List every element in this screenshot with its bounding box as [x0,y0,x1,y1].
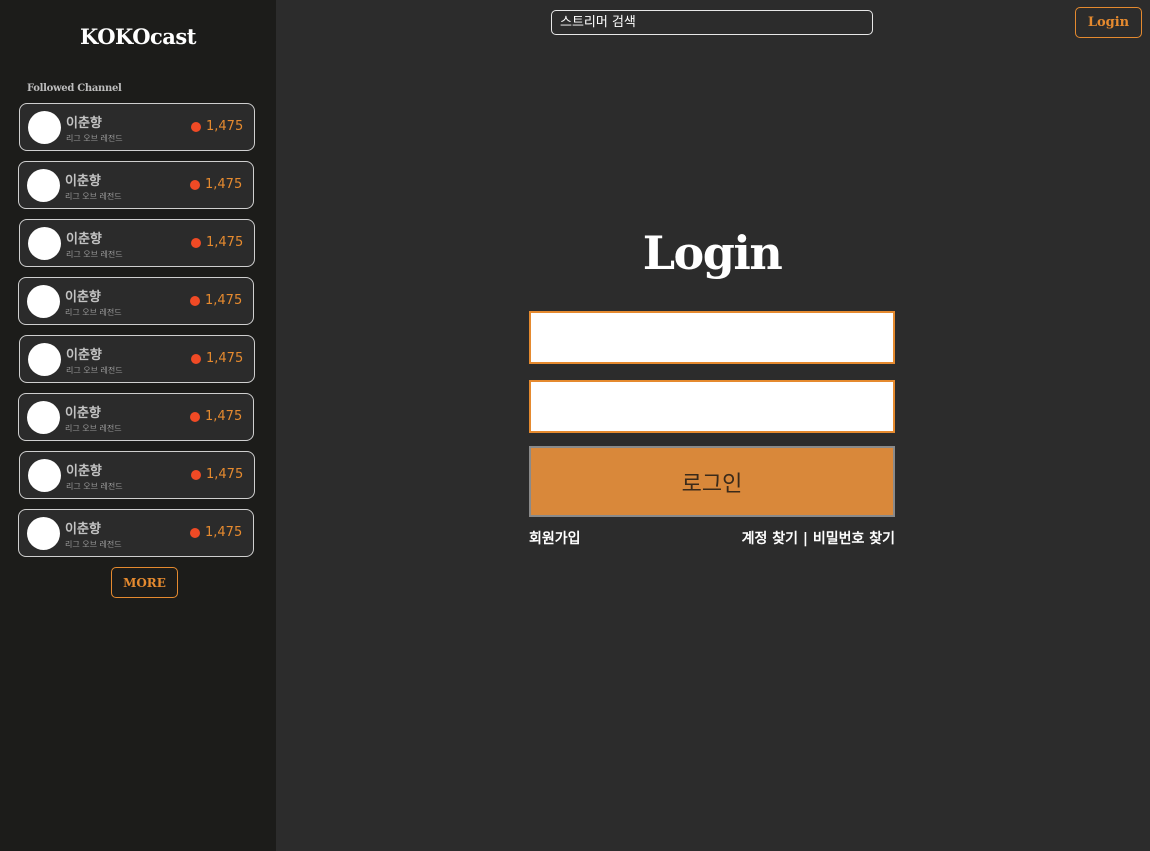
avatar [28,343,61,376]
password-field[interactable] [529,380,895,433]
channel-card[interactable]: 이춘향 리그 오브 레전드 1,475 [18,277,254,325]
find-password-link[interactable]: 비밀번호 찾기 [813,531,895,547]
sidebar: KOKOcast Followed Channel 이춘향 리그 오브 레전드 … [0,0,276,851]
channel-game: 리그 오브 레전드 [65,192,122,201]
channel-card[interactable]: 이춘향 리그 오브 레전드 1,475 [19,451,255,499]
viewer-count: 1,475 [206,235,244,250]
brand-logo[interactable]: KOKOcast [0,24,276,49]
find-links: 계정 찾기 | 비밀번호 찾기 [742,528,895,548]
channel-game: 리그 오브 레전드 [65,540,122,549]
live-indicator-icon [191,238,201,248]
channel-card[interactable]: 이춘향 리그 오브 레전드 1,475 [19,219,255,267]
avatar [27,517,60,550]
avatar [28,111,61,144]
avatar [27,285,60,318]
more-button[interactable]: MORE [111,567,178,598]
channel-name: 이춘향 [65,290,101,305]
signup-link[interactable]: 회원가입 [529,528,581,548]
search-input[interactable] [551,10,873,35]
live-indicator-icon [190,412,200,422]
channel-name: 이춘향 [65,522,101,537]
followed-channel-title: Followed Channel [27,83,122,94]
channel-name: 이춘향 [66,464,102,479]
live-indicator-icon [191,354,201,364]
live-indicator-icon [190,528,200,538]
channel-name: 이춘향 [65,406,101,421]
channel-card[interactable]: 이춘향 리그 오브 레전드 1,475 [19,103,255,151]
channel-game: 리그 오브 레전드 [65,424,122,433]
viewer-count: 1,475 [206,351,244,366]
avatar [28,227,61,260]
channel-name: 이춘향 [66,232,102,247]
channel-card[interactable]: 이춘향 리그 오브 레전드 1,475 [18,161,254,209]
header-login-button[interactable]: Login [1075,7,1142,38]
channel-game: 리그 오브 레전드 [66,134,123,143]
live-indicator-icon [191,470,201,480]
id-field[interactable] [529,311,895,364]
channel-name: 이춘향 [65,174,101,189]
viewer-count: 1,475 [205,525,243,540]
channel-game: 리그 오브 레전드 [66,366,123,375]
channel-game: 리그 오브 레전드 [66,250,123,259]
avatar [27,169,60,202]
viewer-count: 1,475 [206,467,244,482]
app: KOKOcast Followed Channel 이춘향 리그 오브 레전드 … [0,0,1150,851]
viewer-count: 1,475 [205,293,243,308]
login-submit-button[interactable]: 로그인 [529,446,895,517]
channel-card[interactable]: 이춘향 리그 오브 레전드 1,475 [19,335,255,383]
followed-channel-list: 이춘향 리그 오브 레전드 1,475 이춘향 리그 오브 레전드 1,475 … [18,103,258,567]
viewer-count: 1,475 [205,177,243,192]
avatar [28,459,61,492]
avatar [27,401,60,434]
channel-card[interactable]: 이춘향 리그 오브 레전드 1,475 [18,509,254,557]
channel-game: 리그 오브 레전드 [65,308,122,317]
live-indicator-icon [190,296,200,306]
live-indicator-icon [190,180,200,190]
channel-name: 이춘향 [66,116,102,131]
link-separator: | [802,531,808,547]
live-indicator-icon [191,122,201,132]
viewer-count: 1,475 [205,409,243,424]
viewer-count: 1,475 [206,119,244,134]
channel-name: 이춘향 [66,348,102,363]
find-account-link[interactable]: 계정 찾기 [742,531,798,547]
channel-game: 리그 오브 레전드 [66,482,123,491]
login-title: Login [642,226,783,280]
channel-card[interactable]: 이춘향 리그 오브 레전드 1,475 [18,393,254,441]
